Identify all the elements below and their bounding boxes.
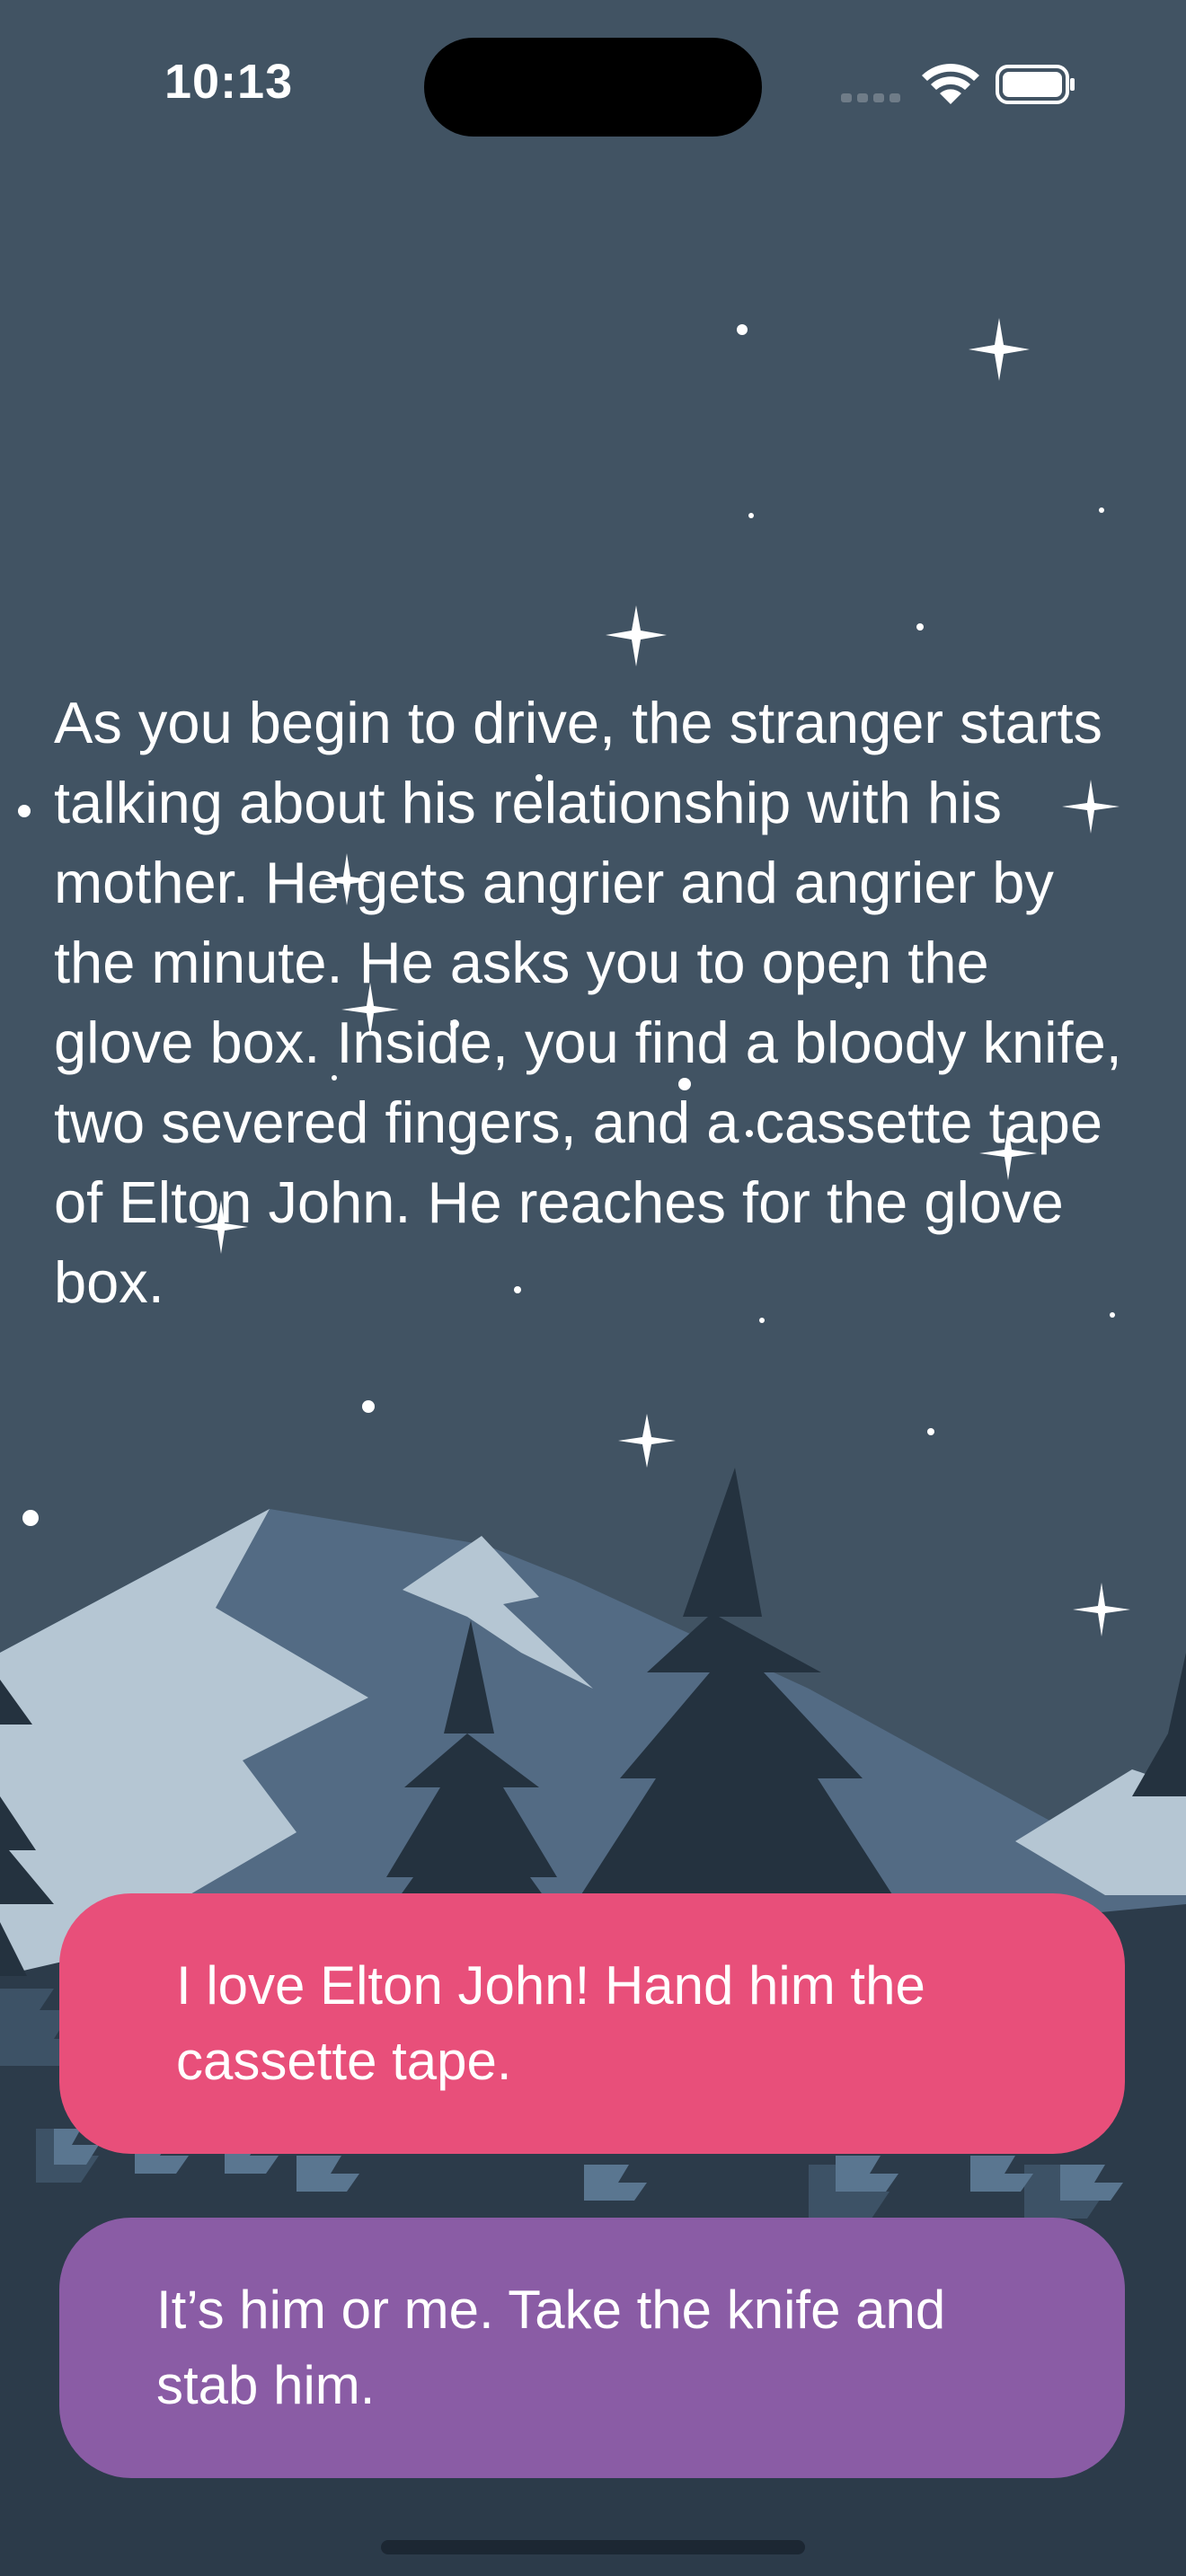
choice-button-cassette[interactable]: I love Elton John! Hand him the cassette… bbox=[59, 1893, 1125, 2154]
cellular-signal-icon bbox=[841, 93, 900, 102]
status-bar: 10:13 bbox=[0, 0, 1186, 171]
choice-label-knife: It’s him or me. Take the knife and stab … bbox=[156, 2280, 946, 2415]
battery-icon bbox=[996, 65, 1075, 104]
story-text: As you begin to drive, the stranger star… bbox=[54, 690, 1122, 1315]
status-time: 10:13 bbox=[164, 55, 294, 109]
wifi-icon bbox=[922, 64, 979, 104]
game-screen: 10:13 As you begin to drive, the strange… bbox=[0, 0, 1186, 2576]
choice-button-knife[interactable]: It’s him or me. Take the knife and stab … bbox=[59, 2218, 1125, 2478]
status-icons bbox=[841, 64, 1075, 104]
home-indicator[interactable] bbox=[381, 2540, 805, 2554]
dynamic-island bbox=[424, 38, 762, 137]
choice-label-cassette: I love Elton John! Hand him the cassette… bbox=[176, 1955, 925, 2091]
